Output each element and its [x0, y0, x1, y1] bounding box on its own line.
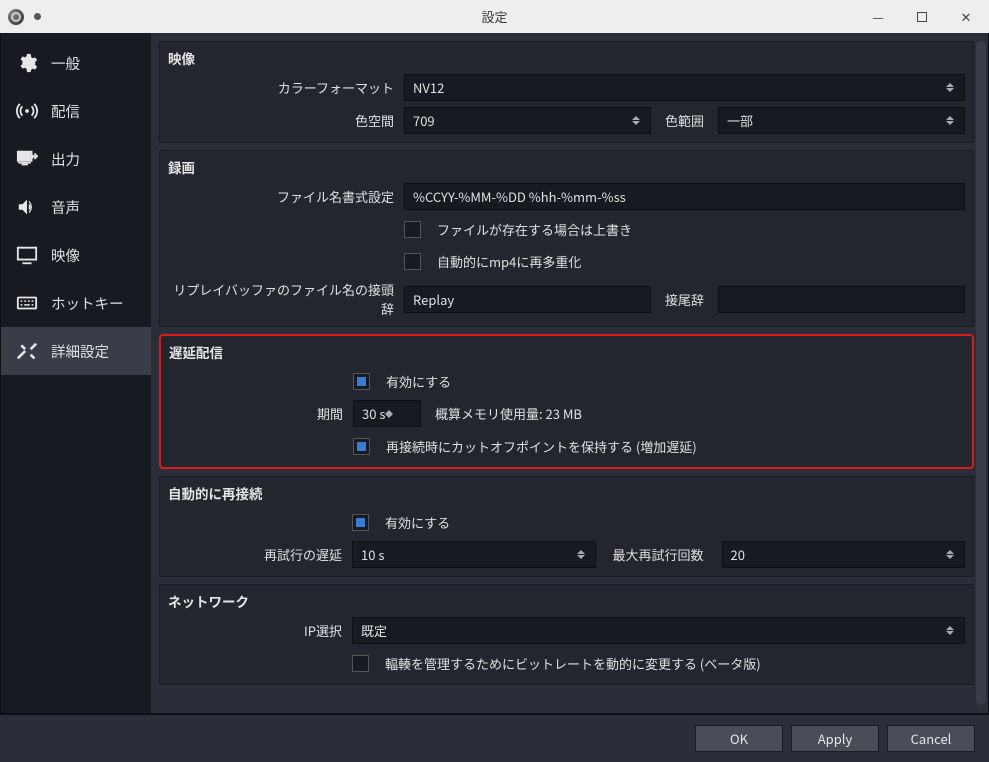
combo-value: 一部 [727, 111, 753, 130]
group-title: ネットワーク [168, 591, 965, 611]
sidebar-item-audio[interactable]: 音声 [1, 183, 151, 231]
group-title: 映像 [168, 48, 965, 68]
group-recording: 録画 ファイル名書式設定 %CCYY-%MM-%DD %hh-%mm-%ss フ… [159, 150, 974, 327]
ok-button[interactable]: OK [695, 725, 783, 752]
combo-value: 既定 [361, 621, 387, 640]
gear-icon [13, 52, 41, 74]
delay-duration-label: 期間 [169, 404, 353, 423]
color-range-combo[interactable]: 一部 [718, 107, 965, 134]
scrollbar[interactable] [976, 41, 986, 705]
sidebar-item-label: 一般 [51, 53, 80, 74]
sidebar-item-general[interactable]: 一般 [1, 39, 151, 87]
apply-button[interactable]: Apply [791, 725, 879, 752]
combo-value: 709 [413, 111, 435, 130]
close-button[interactable]: ✕ [951, 7, 981, 26]
delay-enable-label: 有効にする [386, 372, 451, 391]
filename-format-label: ファイル名書式設定 [168, 187, 404, 206]
cancel-button[interactable]: Cancel [887, 725, 975, 752]
replay-suffix-input[interactable] [718, 286, 965, 313]
color-space-combo[interactable]: 709 [404, 107, 651, 134]
reconnect-enable-label: 有効にする [385, 513, 450, 532]
output-icon [13, 148, 41, 170]
ip-select-label: IP選択 [168, 621, 352, 640]
maximize-button[interactable] [907, 12, 937, 22]
sidebar-item-stream[interactable]: 配信 [1, 87, 151, 135]
replay-prefix-input[interactable]: Replay [404, 286, 651, 313]
filename-format-input[interactable]: %CCYY-%MM-%DD %hh-%mm-%ss [404, 183, 965, 210]
input-value: %CCYY-%MM-%DD %hh-%mm-%ss [413, 187, 626, 206]
color-format-label: カラーフォーマット [168, 78, 404, 97]
input-value: Replay [413, 290, 454, 309]
remux-checkbox[interactable] [404, 253, 421, 270]
group-title: 録画 [168, 157, 965, 177]
delay-preserve-label: 再接続時にカットオフポイントを保持する (増加遅延) [386, 437, 697, 456]
sidebar-item-output[interactable]: 出力 [1, 135, 151, 183]
dynamic-bitrate-checkbox[interactable] [352, 655, 369, 672]
max-retries-label: 最大再試行回数 [604, 545, 714, 564]
dynamic-bitrate-label: 輻輳を管理するためにビットレートを動的に変更する (ベータ版) [385, 654, 761, 673]
monitor-icon [13, 244, 41, 266]
sidebar-item-label: 音声 [51, 197, 80, 218]
ip-select-combo[interactable]: 既定 [352, 617, 965, 644]
app-logo-icon [8, 9, 24, 25]
input-value: 30 s [362, 404, 385, 423]
group-video: 映像 カラーフォーマット NV12 色空間 709 色範囲 [159, 41, 974, 143]
replay-suffix-label: 接尾辞 [659, 290, 710, 309]
input-value: 20 [731, 545, 745, 564]
group-stream-delay: 遅延配信 有効にする 期間 30 s 概算メモリ使用量: 23 MB [159, 334, 974, 469]
group-title: 遅延配信 [169, 342, 964, 362]
remux-label: 自動的にmp4に再多重化 [437, 252, 581, 271]
sidebar-item-label: 配信 [51, 101, 80, 122]
minimize-button[interactable]: — [863, 7, 893, 26]
delay-enable-checkbox[interactable] [353, 373, 370, 390]
sidebar-item-label: 出力 [51, 149, 80, 170]
reconnect-enable-checkbox[interactable] [352, 514, 369, 531]
overwrite-checkbox[interactable] [404, 221, 421, 238]
replay-prefix-label: リプレイバッファのファイル名の接頭辞 [168, 280, 404, 318]
sidebar-item-label: 映像 [51, 245, 80, 266]
tools-icon [13, 340, 41, 362]
combo-value: NV12 [413, 78, 444, 97]
sidebar-item-label: 詳細設定 [51, 341, 109, 362]
color-format-combo[interactable]: NV12 [404, 74, 965, 101]
titlebar: 設定 — ✕ [0, 0, 989, 33]
delay-memory-label: 概算メモリ使用量: 23 MB [429, 404, 588, 423]
group-auto-reconnect: 自動的に再接続 有効にする 再試行の遅延 10 s 最大再試行回数 [159, 476, 974, 577]
sidebar-item-advanced[interactable]: 詳細設定 [1, 327, 151, 375]
sidebar-item-video[interactable]: 映像 [1, 231, 151, 279]
window-title: 設定 [481, 7, 507, 26]
titlebar-dot-icon [34, 13, 41, 20]
color-range-label: 色範囲 [659, 111, 710, 130]
sidebar-item-label: ホットキー [51, 293, 124, 314]
settings-content: 映像 カラーフォーマット NV12 色空間 709 色範囲 [151, 33, 988, 713]
delay-duration-spinbox[interactable]: 30 s [353, 400, 421, 427]
retry-delay-spinbox[interactable]: 10 s [352, 541, 596, 568]
max-retries-spinbox[interactable]: 20 [722, 541, 966, 568]
keyboard-icon [13, 292, 41, 314]
antenna-icon [13, 100, 41, 122]
sidebar-item-hotkeys[interactable]: ホットキー [1, 279, 151, 327]
speaker-icon [13, 196, 41, 218]
overwrite-label: ファイルが存在する場合は上書き [437, 220, 632, 239]
input-value: 10 s [361, 545, 384, 564]
color-space-label: 色空間 [168, 111, 404, 130]
delay-preserve-checkbox[interactable] [353, 438, 370, 455]
settings-sidebar: 一般 配信 出力 音声 映像 ホットキー 詳細設定 [1, 33, 151, 713]
group-network: ネットワーク IP選択 既定 輻輳を管理するためにビットレートを動的に変更する … [159, 584, 974, 685]
dialog-footer: OK Apply Cancel [0, 714, 989, 762]
group-title: 自動的に再接続 [168, 483, 965, 503]
retry-delay-label: 再試行の遅延 [168, 545, 352, 564]
